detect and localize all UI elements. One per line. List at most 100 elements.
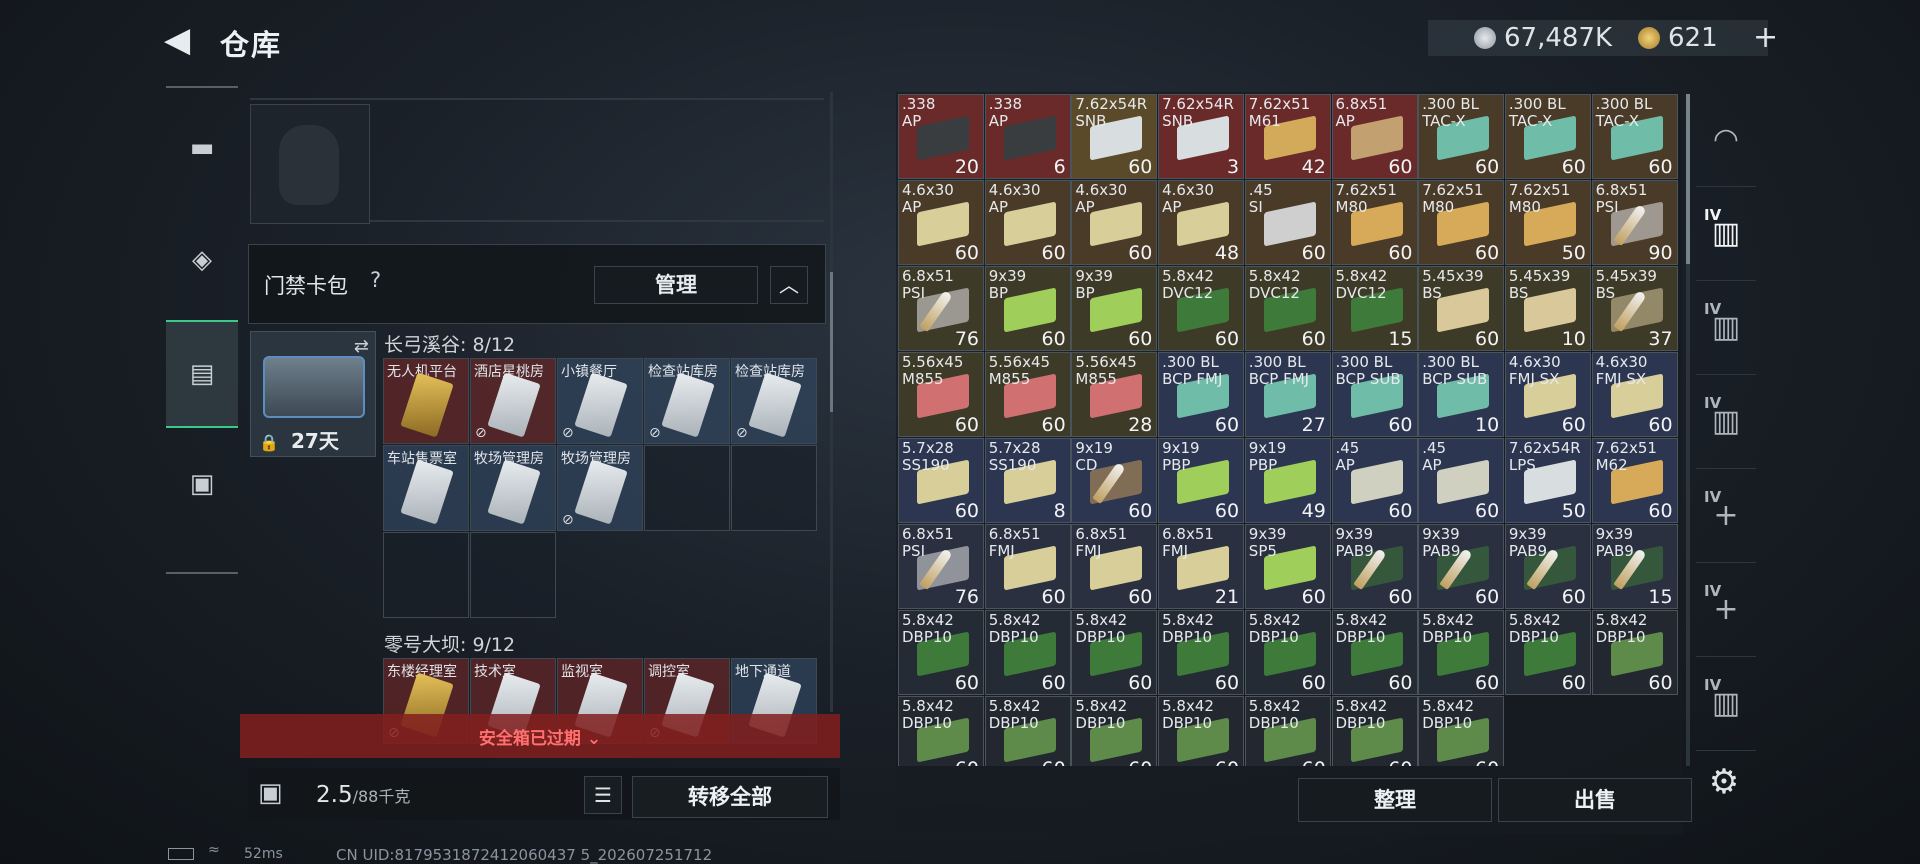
stash-item[interactable]: 7.62x54R LPS 50 bbox=[1504, 438, 1591, 523]
stash-item[interactable]: 6.8x51 FMJ 21 bbox=[1158, 524, 1245, 609]
keycard-slot[interactable]: 牧场管理房 bbox=[470, 445, 556, 531]
backpack-slot[interactable] bbox=[250, 104, 370, 224]
stash-item[interactable]: 5.8x42 DBP10 60 bbox=[898, 610, 984, 695]
stash-item[interactable]: .45 AP 60 bbox=[1418, 438, 1505, 523]
swap-icon[interactable]: ⇄ bbox=[354, 336, 369, 357]
stash-item[interactable]: .300 BL TAC-X 60 bbox=[1591, 94, 1678, 179]
stash-scrollbar-thumb[interactable] bbox=[1686, 94, 1690, 264]
stash-item[interactable]: 7.62x54R SNB 3 bbox=[1158, 94, 1245, 179]
stash-item[interactable]: 5.8x42 DBP10 60 bbox=[984, 610, 1071, 695]
stash-item[interactable]: 4.6x30 AP 60 bbox=[1071, 180, 1158, 265]
stash-item[interactable]: 5.56x45 M855 60 bbox=[898, 352, 984, 437]
stash-item[interactable]: 9x39 BP 60 bbox=[984, 266, 1071, 351]
stash-item[interactable]: .300 BL BCP FMJ 60 bbox=[1158, 352, 1245, 437]
manage-button[interactable]: 管理 bbox=[594, 266, 758, 304]
stash-item[interactable]: 5.8x42 DBP10 60 bbox=[1331, 610, 1418, 695]
right-tab-6[interactable]: ▥ IV bbox=[1696, 656, 1756, 751]
scrollbar-thumb[interactable] bbox=[830, 272, 833, 412]
stash-item[interactable]: 4.6x30 AP 60 bbox=[898, 180, 984, 265]
right-tab-4[interactable]: + IV bbox=[1696, 468, 1756, 563]
stash-item[interactable]: .300 BL BCP SUB 60 bbox=[1331, 352, 1418, 437]
stash-item[interactable]: 5.8x42 DBP10 60 bbox=[1331, 696, 1418, 766]
stash-item[interactable]: .300 BL BCP FMJ 27 bbox=[1244, 352, 1331, 437]
right-tab-5[interactable]: + IV bbox=[1696, 562, 1756, 657]
keycard-slot[interactable]: 酒店星桃房 ⊘ bbox=[470, 358, 556, 444]
stash-item[interactable]: 7.62x51 M80 50 bbox=[1504, 180, 1591, 265]
stash-item[interactable]: 9x39 PAB9 60 bbox=[1418, 524, 1505, 609]
right-tab-2[interactable]: ▥ IV bbox=[1696, 280, 1756, 375]
left-tab-backpack[interactable]: ◈ bbox=[166, 208, 238, 312]
stash-item[interactable]: 9x19 PBP 60 bbox=[1158, 438, 1245, 523]
stash-item[interactable]: 5.8x42 DBP10 60 bbox=[984, 696, 1071, 766]
gear-icon[interactable]: ⚙ bbox=[1704, 762, 1744, 802]
stash-item[interactable]: 5.8x42 DBP10 60 bbox=[898, 696, 984, 766]
keycard-case[interactable]: ⇄ 🔒 27天 bbox=[250, 331, 376, 457]
stash-item[interactable]: 5.8x42 DVC12 15 bbox=[1331, 266, 1418, 351]
stash-item[interactable]: 5.8x42 DVC12 60 bbox=[1158, 266, 1245, 351]
stash-item[interactable]: 5.8x42 DBP10 60 bbox=[1418, 696, 1505, 766]
stash-item[interactable]: 5.8x42 DBP10 60 bbox=[1071, 696, 1158, 766]
sort-button[interactable]: 整理 bbox=[1298, 778, 1492, 822]
stash-item[interactable]: 7.62x51 M62 60 bbox=[1591, 438, 1678, 523]
stash-item[interactable]: 6.8x51 AP 60 bbox=[1331, 94, 1418, 179]
sell-button[interactable]: 出售 bbox=[1498, 778, 1692, 822]
stash-item[interactable]: 5.8x42 DBP10 60 bbox=[1244, 696, 1331, 766]
stash-item[interactable]: 5.8x42 DBP10 60 bbox=[1244, 610, 1331, 695]
stash-item[interactable]: 7.62x51 M80 60 bbox=[1418, 180, 1505, 265]
left-tab-case[interactable]: ▤ bbox=[166, 320, 238, 428]
keycard-slot[interactable]: 车站售票室 bbox=[383, 445, 469, 531]
stash-item[interactable]: 5.8x42 DBP10 60 bbox=[1158, 610, 1245, 695]
add-currency-button[interactable]: + bbox=[1753, 20, 1778, 55]
stash-item[interactable]: 5.8x42 DBP10 60 bbox=[1071, 610, 1158, 695]
stash-item[interactable]: 6.8x51 PSI 76 bbox=[898, 524, 984, 609]
stash-item[interactable]: 5.56x45 M855 60 bbox=[984, 352, 1071, 437]
stash-item[interactable]: 4.6x30 FMJ SX 60 bbox=[1504, 352, 1591, 437]
stash-item[interactable]: 7.62x51 M80 60 bbox=[1331, 180, 1418, 265]
stash-item[interactable]: 4.6x30 AP 48 bbox=[1158, 180, 1245, 265]
transfer-all-button[interactable]: 转移全部 bbox=[632, 776, 828, 818]
keycard-slot[interactable]: 检查站库房 ⊘ bbox=[731, 358, 817, 444]
stash-item[interactable]: 6.8x51 PSI 76 bbox=[898, 266, 984, 351]
safebox-expired-banner[interactable]: 安全箱已过期 ⌄ bbox=[240, 714, 840, 758]
stash-item[interactable]: 5.8x42 DBP10 60 bbox=[1158, 696, 1245, 766]
stash-item[interactable]: 9x19 PBP 49 bbox=[1244, 438, 1331, 523]
right-tab-3[interactable]: ▥ IV bbox=[1696, 374, 1756, 469]
stash-item[interactable]: 6.8x51 PSI 90 bbox=[1591, 180, 1678, 265]
stash-item[interactable]: 5.8x42 DVC12 60 bbox=[1244, 266, 1331, 351]
stash-item[interactable]: .300 BL TAC-X 60 bbox=[1418, 94, 1505, 179]
left-tab-toolbox[interactable]: ▣ bbox=[166, 432, 238, 536]
stash-item[interactable]: 6.8x51 FMJ 60 bbox=[1071, 524, 1158, 609]
stash-item[interactable]: 4.6x30 AP 60 bbox=[984, 180, 1071, 265]
stash-item[interactable]: 9x39 PAB9 60 bbox=[1504, 524, 1591, 609]
right-tab-0[interactable]: ◠ bbox=[1696, 92, 1756, 187]
stash-item[interactable]: 5.8x42 DBP10 60 bbox=[1504, 610, 1591, 695]
keycard-slot[interactable]: 检查站库房 ⊘ bbox=[644, 358, 730, 444]
stash-item[interactable]: 5.45x39 BS 10 bbox=[1504, 266, 1591, 351]
stash-item[interactable]: 5.45x39 BS 37 bbox=[1591, 266, 1678, 351]
stash-item[interactable]: 9x39 PAB9 15 bbox=[1591, 524, 1678, 609]
keycard-slot[interactable]: 牧场管理房 ⊘ bbox=[557, 445, 643, 531]
keycard-slot[interactable]: 小镇餐厅 ⊘ bbox=[557, 358, 643, 444]
stash-item[interactable]: 9x19 CD 60 bbox=[1071, 438, 1158, 523]
keycard-slot[interactable]: 无人机平台 bbox=[383, 358, 469, 444]
stash-item[interactable]: 9x39 PAB9 60 bbox=[1331, 524, 1418, 609]
stash-item[interactable]: 5.8x42 DBP10 60 bbox=[1418, 610, 1505, 695]
help-icon[interactable]: ? bbox=[370, 268, 381, 292]
stash-item[interactable]: .300 BL BCP SUB 10 bbox=[1418, 352, 1505, 437]
stash-item[interactable]: .300 BL TAC-X 60 bbox=[1504, 94, 1591, 179]
stash-item[interactable]: 6.8x51 FMJ 60 bbox=[984, 524, 1071, 609]
stash-item[interactable]: 5.45x39 BS 60 bbox=[1418, 266, 1505, 351]
right-tab-1[interactable]: ▥ IV bbox=[1696, 186, 1756, 281]
stash-item[interactable]: 5.8x42 DBP10 60 bbox=[1591, 610, 1678, 695]
stash-item[interactable]: 5.7x28 SS190 8 bbox=[984, 438, 1071, 523]
stash-item[interactable]: 7.62x54R SNB 60 bbox=[1071, 94, 1158, 179]
stash-item[interactable]: 9x39 SP5 60 bbox=[1244, 524, 1331, 609]
back-arrow-icon[interactable]: ◀ bbox=[164, 22, 200, 58]
stash-item[interactable]: 5.56x45 M855 28 bbox=[1071, 352, 1158, 437]
stash-item[interactable]: 4.6x30 FMJ SX 60 bbox=[1591, 352, 1678, 437]
list-view-button[interactable]: ☰ bbox=[584, 776, 622, 814]
collapse-button[interactable]: ︿ bbox=[770, 266, 808, 304]
stash-item[interactable]: .45 AP 60 bbox=[1331, 438, 1418, 523]
stash-item[interactable]: .338 AP 6 bbox=[984, 94, 1071, 179]
stash-item[interactable]: .338 AP 20 bbox=[898, 94, 984, 179]
